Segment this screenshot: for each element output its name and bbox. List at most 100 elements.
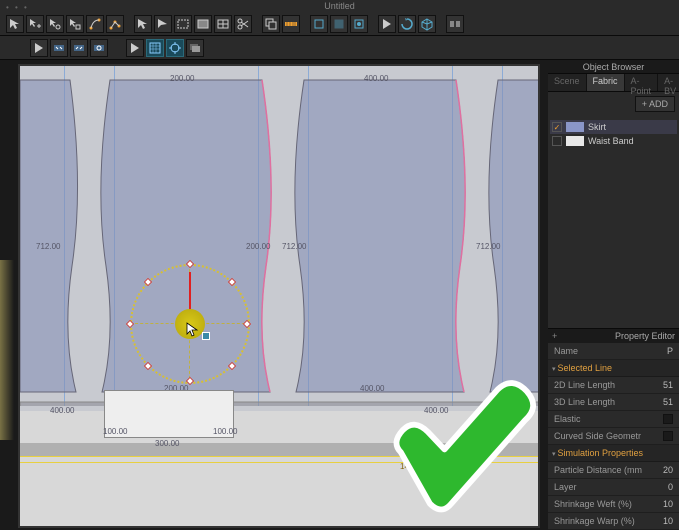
tool-rect-grid[interactable] bbox=[214, 15, 232, 33]
viewport-2d[interactable]: 200.00 400.00 712.00 200.00 712.00 712.0… bbox=[18, 64, 540, 528]
prop-value[interactable]: 51 bbox=[663, 380, 673, 390]
check-icon[interactable] bbox=[552, 136, 562, 146]
prop-label: Particle Distance (mm bbox=[554, 465, 642, 475]
prop-label: Shrinkage Warp (%) bbox=[554, 516, 635, 526]
tool-path-add[interactable] bbox=[106, 15, 124, 33]
title-bar: • • • Untitled bbox=[0, 0, 679, 12]
tool-cursor-alt[interactable] bbox=[154, 15, 172, 33]
prop-checkbox[interactable] bbox=[663, 414, 673, 424]
tool2-uv-a[interactable] bbox=[50, 39, 68, 57]
viewport-background bbox=[20, 66, 538, 526]
tab-apoint[interactable]: A-Point bbox=[625, 74, 659, 91]
tool2-uv-c[interactable] bbox=[90, 39, 108, 57]
dim-label: 400.00 bbox=[50, 406, 74, 415]
tool2-crosshair[interactable] bbox=[166, 39, 184, 57]
prop-value[interactable]: 0 bbox=[668, 482, 673, 492]
dim-label: 712.00 bbox=[36, 242, 60, 251]
tool-scissors[interactable] bbox=[234, 15, 252, 33]
dim-label: 400.00 bbox=[424, 406, 448, 415]
check-icon[interactable]: ✓ bbox=[552, 122, 562, 132]
tool-node[interactable] bbox=[134, 15, 152, 33]
tree-item-skirt[interactable]: ✓ Skirt bbox=[550, 120, 677, 134]
prop-value[interactable]: 10 bbox=[663, 516, 673, 526]
main-toolbar bbox=[0, 12, 679, 36]
tab-abv[interactable]: A-BV bbox=[658, 74, 679, 91]
tool-cube[interactable] bbox=[418, 15, 436, 33]
tool-rect-break[interactable] bbox=[446, 15, 464, 33]
prop-checkbox[interactable] bbox=[663, 431, 673, 441]
prop-value[interactable]: 20 bbox=[663, 465, 673, 475]
window-menu-dots: • • • bbox=[6, 3, 29, 12]
gizmo-scale-handle[interactable] bbox=[202, 332, 210, 340]
tool-cursor-plus[interactable] bbox=[26, 15, 44, 33]
tool-rect-solid[interactable] bbox=[194, 15, 212, 33]
prop-section-simulation[interactable]: Simulation Properties bbox=[548, 445, 679, 462]
right-panel: Object Browser Scene Fabric A-Point A-BV… bbox=[548, 60, 679, 530]
prop-row-name: Name P bbox=[548, 343, 679, 360]
tree-item-waistband[interactable]: Waist Band bbox=[550, 134, 677, 148]
prop-label: Name bbox=[554, 346, 578, 356]
dim-label: 200.00 bbox=[170, 74, 194, 83]
measure-line bbox=[20, 456, 538, 457]
prop-value[interactable]: 10 bbox=[663, 499, 673, 509]
prop-row: Particle Distance (mm 20 bbox=[548, 462, 679, 479]
prop-label: Curved Side Geometr bbox=[554, 431, 641, 441]
tab-fabric[interactable]: Fabric bbox=[587, 74, 625, 91]
dim-label: 100.00 bbox=[213, 427, 237, 436]
tool-tape[interactable] bbox=[282, 15, 300, 33]
dim-label: 712.00 bbox=[476, 242, 500, 251]
tool-run[interactable] bbox=[378, 15, 396, 33]
prop-label: Layer bbox=[554, 482, 577, 492]
tool-cursor[interactable] bbox=[6, 15, 24, 33]
prop-row: Curved Side Geometr bbox=[548, 428, 679, 445]
transform-gizmo[interactable] bbox=[130, 264, 250, 384]
tool2-uv-b[interactable] bbox=[70, 39, 88, 57]
dim-label: 400.00 bbox=[360, 384, 384, 393]
tool-path-edit[interactable] bbox=[86, 15, 104, 33]
tool-snap-b[interactable] bbox=[330, 15, 348, 33]
selection-rect[interactable]: 100.00 100.00 300.00 bbox=[104, 390, 234, 438]
guide-line bbox=[502, 66, 503, 406]
prop-row: Layer 0 bbox=[548, 479, 679, 496]
tool-rect-dash[interactable] bbox=[174, 15, 192, 33]
prop-label: Elastic bbox=[554, 414, 581, 424]
tab-scene[interactable]: Scene bbox=[548, 74, 587, 91]
object-browser-title: Object Browser bbox=[583, 62, 645, 72]
guide-line bbox=[308, 66, 309, 406]
tool-snap-a[interactable] bbox=[310, 15, 328, 33]
prop-value[interactable]: P bbox=[667, 346, 673, 356]
fabric-swatch bbox=[566, 136, 584, 146]
prop-row: Elastic bbox=[548, 411, 679, 428]
property-editor-title: Property Editor bbox=[615, 331, 675, 341]
tool2-grid-toggle[interactable] bbox=[146, 39, 164, 57]
guide-line bbox=[64, 66, 65, 406]
guide-line bbox=[114, 66, 115, 406]
tool-cursor-poly[interactable] bbox=[66, 15, 84, 33]
tool-cursor-lasso[interactable] bbox=[46, 15, 64, 33]
tree-item-label: Waist Band bbox=[588, 136, 634, 146]
tool2-play[interactable] bbox=[30, 39, 48, 57]
secondary-toolbar bbox=[0, 36, 679, 60]
prop-row: Shrinkage Weft (%) 10 bbox=[548, 496, 679, 513]
tool2-layers[interactable] bbox=[186, 39, 204, 57]
add-button[interactable]: + ADD bbox=[635, 96, 675, 112]
property-editor-header: + Property Editor bbox=[548, 329, 679, 343]
prop-label: Shrinkage Weft (%) bbox=[554, 499, 632, 509]
dim-label: 100.00 bbox=[103, 427, 127, 436]
prop-section-selected-line[interactable]: Selected Line bbox=[548, 360, 679, 377]
add-row: + ADD bbox=[548, 92, 679, 116]
prop-row: Shrinkage Warp (%) 10 bbox=[548, 513, 679, 530]
tree-item-label: Skirt bbox=[588, 122, 606, 132]
dim-label: 400.00 bbox=[364, 74, 388, 83]
tool-copy[interactable] bbox=[262, 15, 280, 33]
tool2-play-2[interactable] bbox=[126, 39, 144, 57]
prop-value[interactable]: 51 bbox=[663, 397, 673, 407]
dim-total: 1415.47 bbox=[400, 462, 429, 471]
dim-label: 300.00 bbox=[155, 439, 179, 448]
expand-icon[interactable]: + bbox=[552, 331, 557, 341]
tool-refresh[interactable] bbox=[398, 15, 416, 33]
property-editor: + Property Editor Name P Selected Line 2… bbox=[548, 328, 679, 530]
object-tree: ✓ Skirt Waist Band bbox=[548, 116, 679, 152]
prop-label: 3D Line Length bbox=[554, 397, 615, 407]
tool-snap-c[interactable] bbox=[350, 15, 368, 33]
